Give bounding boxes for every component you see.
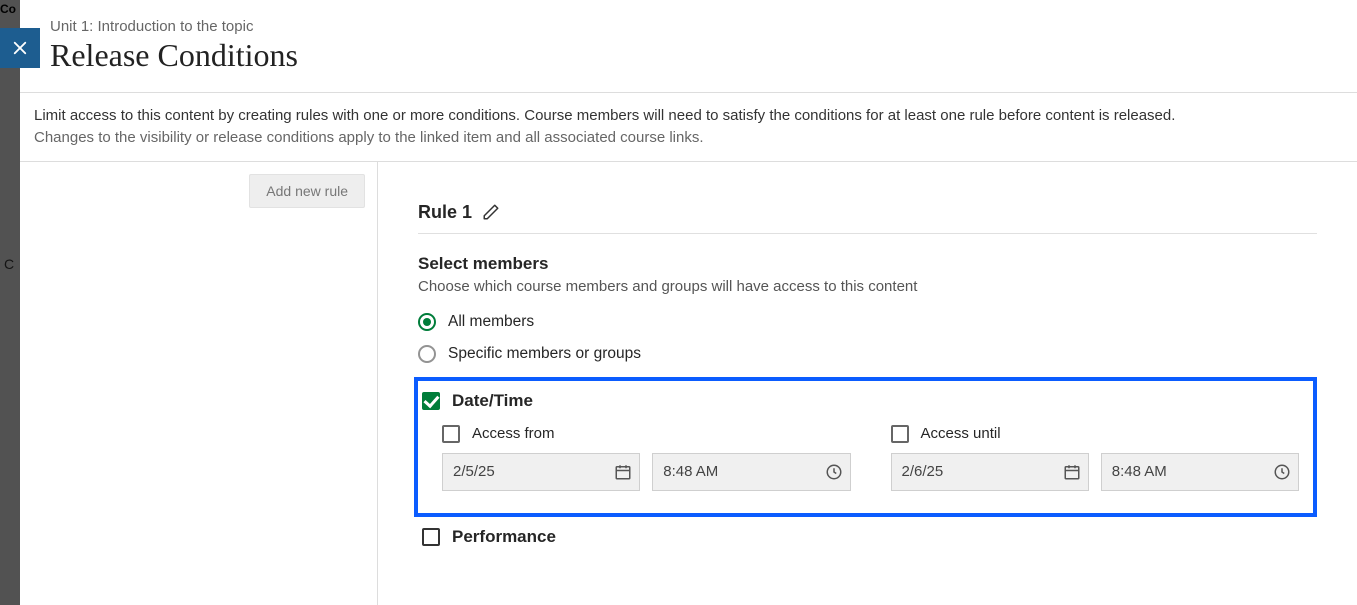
datetime-highlight: Date/Time Access from bbox=[414, 377, 1317, 517]
add-new-rule-button[interactable]: Add new rule bbox=[249, 174, 365, 208]
access-until-column: Access until bbox=[891, 425, 1300, 491]
access-until-label: Access until bbox=[921, 425, 1001, 442]
performance-toggle-row[interactable]: Performance bbox=[418, 527, 1317, 547]
checkbox-icon bbox=[422, 392, 440, 410]
radio-label: All members bbox=[448, 313, 534, 331]
rule-content: Rule 1 Select members Choose which cours… bbox=[378, 162, 1357, 605]
access-until-toggle[interactable]: Access until bbox=[891, 425, 1300, 443]
access-from-date-input[interactable] bbox=[442, 453, 640, 491]
access-from-toggle[interactable]: Access from bbox=[442, 425, 851, 443]
access-until-date-input[interactable] bbox=[891, 453, 1089, 491]
radio-label: Specific members or groups bbox=[448, 345, 641, 363]
intro-line-1: Limit access to this content by creating… bbox=[34, 105, 1343, 127]
access-from-column: Access from bbox=[442, 425, 851, 491]
radio-icon bbox=[418, 313, 436, 331]
performance-section-label: Performance bbox=[452, 527, 556, 547]
checkbox-icon bbox=[442, 425, 460, 443]
radio-icon bbox=[418, 345, 436, 363]
radio-specific-members[interactable]: Specific members or groups bbox=[418, 345, 1317, 363]
release-conditions-panel: Unit 1: Introduction to the topic Releas… bbox=[20, 0, 1357, 605]
close-button[interactable] bbox=[0, 28, 40, 68]
datetime-toggle-row[interactable]: Date/Time bbox=[418, 391, 1299, 411]
datetime-section-label: Date/Time bbox=[452, 391, 533, 411]
select-members-title: Select members bbox=[418, 254, 1317, 274]
intro-text: Limit access to this content by creating… bbox=[20, 92, 1357, 162]
access-from-label: Access from bbox=[472, 425, 555, 442]
select-members-subtitle: Choose which course members and groups w… bbox=[418, 278, 1317, 295]
access-until-time-input[interactable] bbox=[1101, 453, 1299, 491]
rule-title: Rule 1 bbox=[418, 202, 472, 223]
checkbox-icon bbox=[422, 528, 440, 546]
page-title: Release Conditions bbox=[50, 37, 1327, 74]
checkbox-icon bbox=[891, 425, 909, 443]
rules-sidebar: Add new rule bbox=[20, 162, 378, 605]
panel-header: Unit 1: Introduction to the topic Releas… bbox=[20, 0, 1357, 92]
close-icon bbox=[11, 39, 29, 57]
datetime-grid: Access from bbox=[418, 425, 1299, 491]
radio-all-members[interactable]: All members bbox=[418, 313, 1317, 331]
edit-rule-icon[interactable] bbox=[482, 203, 500, 221]
rule-header: Rule 1 bbox=[418, 202, 1317, 234]
background-dim bbox=[0, 0, 20, 605]
select-members-section: Select members Choose which course membe… bbox=[418, 254, 1317, 363]
intro-line-2: Changes to the visibility or release con… bbox=[34, 127, 1343, 149]
access-from-time-input[interactable] bbox=[652, 453, 850, 491]
breadcrumb: Unit 1: Introduction to the topic bbox=[50, 18, 1327, 35]
